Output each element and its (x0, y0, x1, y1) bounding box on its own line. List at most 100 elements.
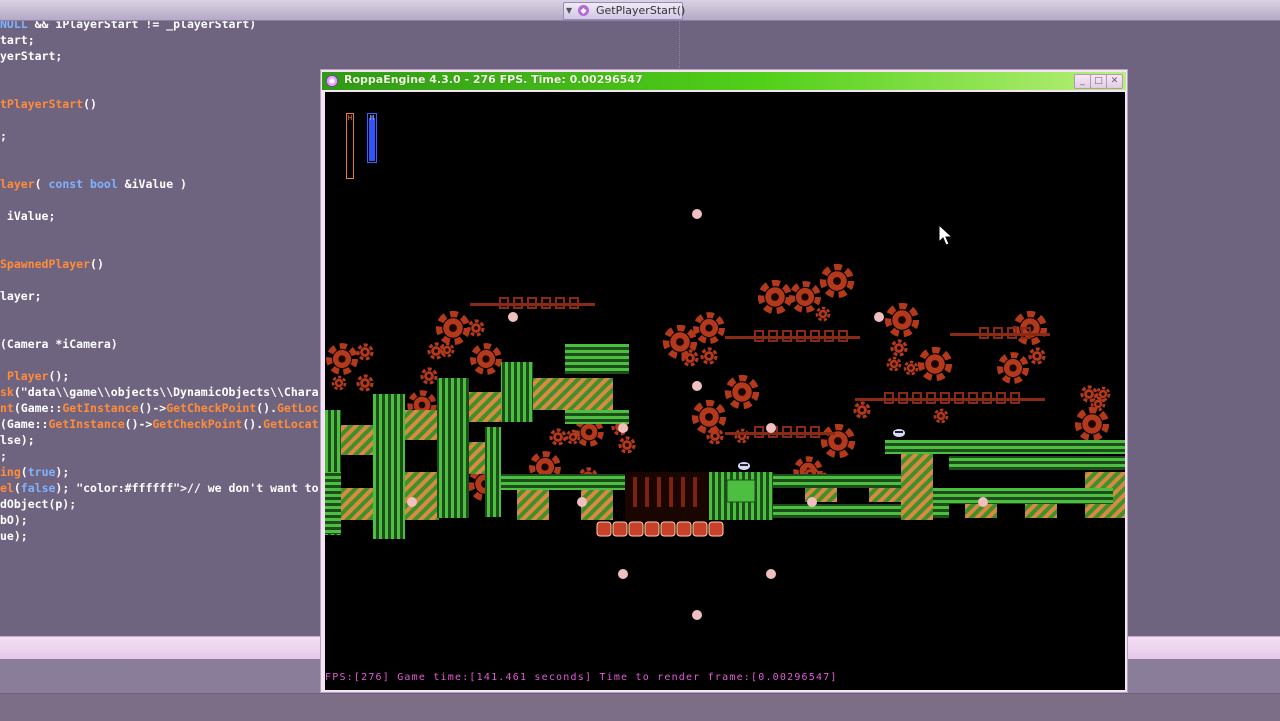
code-line[interactable]: bO); (0, 513, 28, 527)
slat-block (373, 394, 405, 539)
slat-block (325, 472, 341, 534)
code-line[interactable]: iValue; (0, 209, 55, 223)
game-scene (325, 209, 1125, 620)
pipe (669, 477, 673, 507)
minimize-button[interactable]: _ (1074, 74, 1091, 89)
energy-orb (618, 423, 628, 433)
pipe (657, 477, 661, 507)
rail (855, 392, 1045, 404)
gear-icon (853, 401, 871, 419)
energy-orb (692, 209, 702, 219)
game-window-titlebar[interactable]: RoppaEngine 4.3.0 - 276 FPS. Time: 0.002… (322, 72, 1126, 90)
striped-block (869, 488, 901, 502)
gear-icon (886, 356, 902, 372)
code-line[interactable]: Player(); (0, 369, 69, 383)
gear-icon (470, 343, 502, 375)
striped-block (533, 378, 613, 410)
slat-block (501, 474, 631, 490)
energy-orb (766, 569, 776, 579)
gear-icon (326, 343, 358, 375)
close-button[interactable]: ✕ (1106, 74, 1123, 89)
pipe (633, 477, 637, 507)
rail (725, 330, 860, 342)
gear-icon (734, 428, 750, 444)
machinery (625, 472, 710, 522)
code-line[interactable]: ; (0, 129, 7, 143)
health-bar: H (346, 113, 354, 179)
gear-icon (917, 346, 953, 382)
health-label: H (347, 114, 353, 122)
energy-orb (692, 381, 702, 391)
code-line[interactable]: ing(true); (0, 465, 69, 479)
code-line[interactable]: lse); (0, 433, 35, 447)
energy-orb (978, 497, 988, 507)
code-line[interactable]: ue); (0, 529, 28, 543)
gear-icon (420, 367, 438, 385)
pipe (693, 477, 697, 507)
energy-orb (618, 569, 628, 579)
gear-icon (356, 343, 374, 361)
gear-icon (693, 312, 725, 344)
mana-fill (369, 118, 375, 161)
code-line[interactable]: tart; (0, 33, 35, 47)
gear-icon (467, 319, 485, 337)
member-dropdown[interactable]: ▼ ◆ GetPlayerStart() (563, 2, 686, 20)
code-line[interactable]: layer( const bool &iValue ) (0, 177, 187, 191)
gear-icon (820, 423, 856, 459)
code-line[interactable]: ; (0, 449, 7, 463)
status-bar (0, 693, 1280, 721)
app-icon (326, 75, 338, 87)
code-line[interactable]: (Game::GetInstance()->GetCheckPoint().Ge… (0, 417, 319, 431)
code-line[interactable]: dObject(p); (0, 497, 76, 511)
status-line: FPS:[276] Game time:[141.461 seconds] Ti… (325, 672, 838, 683)
gear-icon (789, 281, 821, 313)
striped-block (469, 392, 501, 422)
game-window[interactable]: RoppaEngine 4.3.0 - 276 FPS. Time: 0.002… (320, 69, 1128, 693)
window-title: RoppaEngine 4.3.0 - 276 FPS. Time: 0.002… (344, 73, 643, 86)
rail (470, 297, 595, 309)
pipe (645, 477, 649, 507)
spike-block (596, 521, 612, 537)
code-line[interactable]: nt(Game::GetInstance()->GetCheckPoint().… (0, 401, 319, 415)
gear-icon (1074, 406, 1110, 442)
slat-block (565, 410, 629, 424)
gear-icon (997, 352, 1029, 384)
slat-block (565, 344, 629, 374)
platforms (325, 344, 1125, 539)
member-dropdown-label: GetPlayerStart() (596, 4, 686, 17)
code-line[interactable]: NULL && iPlayerStart != _playerStart) (0, 21, 256, 31)
code-line[interactable]: tPlayerStart() (0, 97, 97, 111)
code-line[interactable]: (Camera *iCamera) (0, 337, 118, 351)
gear-icon (435, 310, 471, 346)
energy-orb (577, 497, 587, 507)
gear-icon (884, 302, 920, 338)
gear-icon (691, 399, 727, 435)
spike-block (628, 521, 644, 537)
gear-icon (903, 360, 919, 376)
dropdown-arrow-icon[interactable]: ▼ (566, 6, 576, 15)
spike-block (612, 521, 628, 537)
spike-block (660, 521, 676, 537)
enemy-sprite (738, 462, 750, 470)
mana-bar: M (367, 113, 377, 163)
gear-icon (356, 374, 374, 392)
maximize-button[interactable]: □ (1090, 74, 1107, 89)
code-line[interactable]: layer; (0, 289, 42, 303)
slat-block (501, 362, 533, 422)
striped-block (341, 425, 373, 455)
spike-block (708, 521, 724, 537)
energy-orb (766, 423, 776, 433)
mana-label: M (369, 114, 375, 122)
gear-icon (724, 374, 760, 410)
enemy-sprite (893, 429, 905, 437)
pipe (681, 477, 685, 507)
gear-icon (706, 427, 724, 445)
striped-block (405, 410, 439, 440)
slat-block (437, 378, 469, 518)
code-line[interactable]: SpawnedPlayer() (0, 257, 104, 271)
code-line[interactable]: yerStart; (0, 49, 62, 63)
code-line[interactable]: sk("data\\game\\objects\\DynamicObjects\… (0, 385, 319, 399)
energy-orb (508, 312, 518, 322)
gear-icon (933, 408, 949, 424)
game-viewport[interactable]: H M FPS:[276] Game time:[141.461 seconds… (325, 92, 1125, 690)
